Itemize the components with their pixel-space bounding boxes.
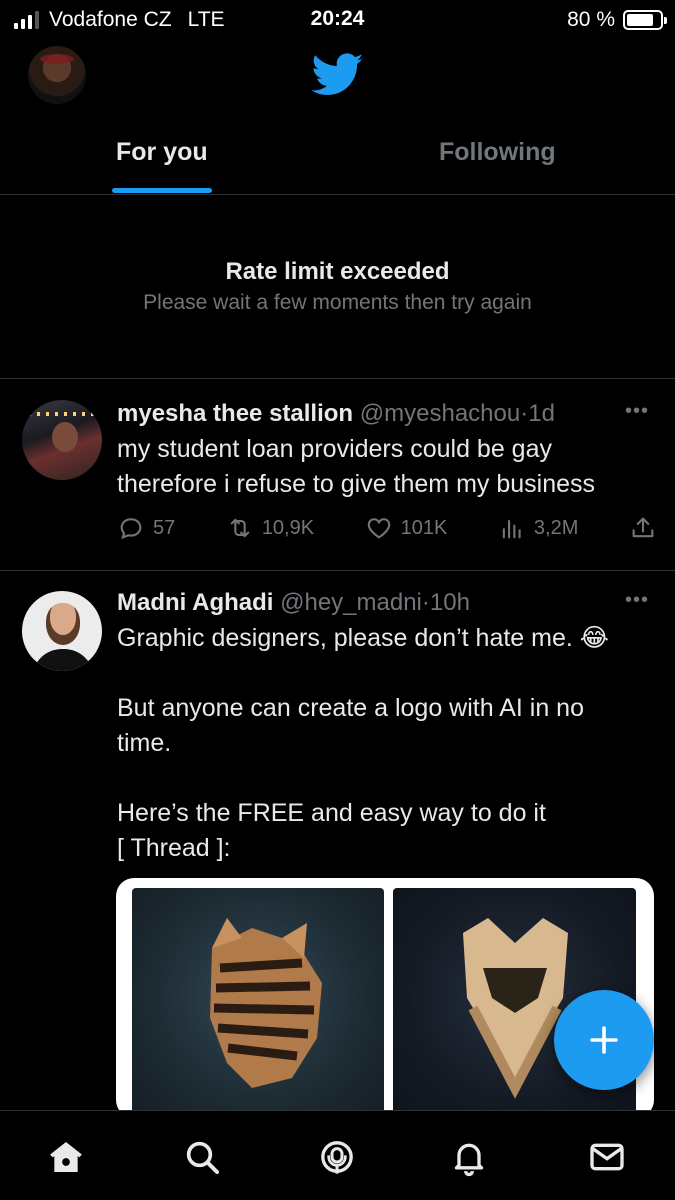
notice-title: Rate limit exceeded xyxy=(225,258,450,285)
battery-percent: 80 % xyxy=(567,8,615,31)
header-separator: · xyxy=(421,589,430,616)
nav-notifications[interactable] xyxy=(447,1135,491,1179)
tweet-header: myesha thee stallion @myeshachou·1d xyxy=(117,400,555,428)
tweet-actions: 57 10,9K 101K 3,2M xyxy=(117,514,657,542)
reply-button[interactable]: 57 xyxy=(117,514,175,542)
status-bar: Vodafone CZ LTE 20:24 80 % xyxy=(0,0,675,40)
author-name[interactable]: Madni Aghadi xyxy=(117,589,273,616)
tab-for-you[interactable]: For you xyxy=(116,138,208,167)
nav-search[interactable] xyxy=(180,1135,224,1179)
tweet-header: Madni Aghadi @hey_madni·10h xyxy=(117,589,470,617)
tweet-line: my student loan providers could be gay xyxy=(117,435,552,463)
tweet-media[interactable] xyxy=(116,878,654,1118)
reply-icon xyxy=(120,518,142,540)
nav-home[interactable] xyxy=(44,1135,88,1179)
author-name[interactable]: myesha thee stallion xyxy=(117,400,353,427)
plus-icon xyxy=(590,1026,618,1054)
like-button[interactable]: 101K xyxy=(365,514,448,542)
retweet-count: 10,9K xyxy=(261,516,315,539)
share-button[interactable] xyxy=(629,514,657,542)
views-button[interactable]: 3,2M xyxy=(498,514,578,542)
tweet-text: my student loan providers could be gay t… xyxy=(117,432,647,502)
share-icon xyxy=(632,517,654,538)
reply-count: 57 xyxy=(153,516,176,539)
tweet-time: 1d xyxy=(528,400,555,427)
tweet-line: time. xyxy=(117,729,172,757)
notice-subtitle: Please wait a few moments then try again xyxy=(143,291,532,314)
tweet-line: Here’s the FREE and easy way to do it xyxy=(117,799,546,827)
profile-avatar[interactable] xyxy=(28,46,86,104)
tweet-line: [ Thread ]: xyxy=(117,834,231,862)
bottom-navigation xyxy=(0,1110,675,1200)
tweet[interactable]: myesha thee stallion @myeshachou·1d ••• … xyxy=(0,380,675,570)
tweet-text: Graphic designers, please don’t hate me.… xyxy=(117,621,647,866)
active-tab-indicator xyxy=(112,188,212,193)
tweet-line xyxy=(117,656,647,691)
author-avatar[interactable] xyxy=(22,591,102,671)
author-handle[interactable]: @myeshachou xyxy=(360,400,520,427)
like-count: 101K xyxy=(400,516,448,539)
views-icon xyxy=(502,519,521,539)
compose-tweet-button[interactable] xyxy=(554,990,654,1090)
views-count: 3,2M xyxy=(533,516,579,539)
tweet-time: 10h xyxy=(429,589,470,616)
nav-messages[interactable] xyxy=(585,1135,629,1179)
tweet-line: But anyone can create a logo with AI in … xyxy=(117,694,584,722)
timeline-tabs: For you Following xyxy=(0,118,675,195)
tweet-line: Graphic designers, please don’t hate me.… xyxy=(117,624,609,652)
nav-spaces[interactable] xyxy=(315,1135,359,1179)
home-icon xyxy=(50,1142,82,1172)
search-icon xyxy=(186,1141,219,1174)
author-avatar[interactable] xyxy=(22,400,102,480)
tweet-line: therefore i refuse to give them my busin… xyxy=(117,470,596,498)
bird-logo-icon[interactable] xyxy=(312,52,364,98)
battery-icon xyxy=(623,10,667,30)
more-options-icon[interactable]: ••• xyxy=(625,400,649,423)
tab-following[interactable]: Following xyxy=(439,138,556,167)
tweet-line xyxy=(117,761,647,796)
media-image[interactable] xyxy=(132,888,384,1118)
heart-icon xyxy=(367,518,390,539)
envelope-icon xyxy=(590,1143,624,1171)
spaces-icon xyxy=(321,1141,353,1174)
bell-icon xyxy=(454,1143,484,1177)
retweet-button[interactable]: 10,9K xyxy=(226,514,314,542)
more-options-icon[interactable]: ••• xyxy=(625,589,649,612)
retweet-icon xyxy=(230,518,250,538)
rate-limit-notice: Rate limit exceeded Please wait a few mo… xyxy=(0,196,675,379)
author-handle[interactable]: @hey_madni xyxy=(280,589,422,616)
